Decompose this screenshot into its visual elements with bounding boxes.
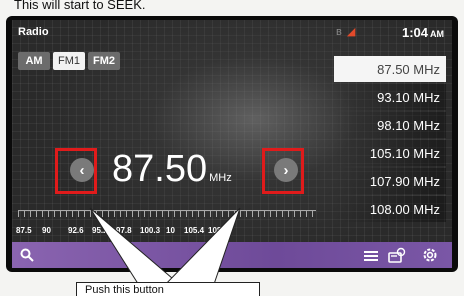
app-title: Radio xyxy=(18,26,49,38)
no-signal-icon: ◢ xyxy=(346,26,356,38)
clock-time: 1:04 xyxy=(401,25,428,40)
scale-label: 105.4 xyxy=(184,226,205,235)
preset-4[interactable]: 105.10 MHz xyxy=(334,140,446,166)
frequency-value: 87.50 xyxy=(112,148,208,190)
tab-am[interactable]: AM xyxy=(18,52,50,70)
preset-list: 87.50 MHz 93.10 MHz 98.10 MHz 105.10 MHz… xyxy=(334,56,446,224)
scale-label: 97.8 xyxy=(116,226,132,235)
scale-label: 10 xyxy=(166,226,175,235)
callout-label: Push this button xyxy=(76,282,260,296)
highlight-seek-down xyxy=(55,148,97,194)
scale-label: 90 xyxy=(42,226,51,235)
bottom-toolbar xyxy=(12,242,452,268)
preset-3[interactable]: 98.10 MHz xyxy=(334,112,446,138)
preset-6[interactable]: 108.00 MHz xyxy=(334,196,446,222)
status-bar: Radio ʙ ◢ 1:04 AM xyxy=(12,20,452,44)
preset-1[interactable]: 87.50 MHz xyxy=(334,56,446,82)
scale-label: 92.6 xyxy=(68,226,84,235)
preset-5[interactable]: 107.90 MHz xyxy=(334,168,446,194)
status-icons: ʙ ◢ xyxy=(336,25,355,38)
band-tabs: AM FM1 FM2 xyxy=(18,52,120,70)
tuning-scale-ticks xyxy=(18,211,316,217)
search-icon[interactable] xyxy=(20,248,34,267)
tab-fm1[interactable]: FM1 xyxy=(53,52,85,70)
clock: 1:04 AM xyxy=(402,25,444,40)
preset-2[interactable]: 93.10 MHz xyxy=(334,84,446,110)
clock-ampm: AM xyxy=(430,29,444,39)
scale-label: 87.5 xyxy=(16,226,32,235)
scale-label: 100.3 xyxy=(140,226,161,235)
scale-label: 95.2 xyxy=(92,226,108,235)
caption-top: This will start to SEEK. xyxy=(14,0,146,12)
frequency-unit: MHz xyxy=(209,172,232,184)
scale-label: 108.0 xyxy=(208,226,229,235)
bluetooth-icon: ʙ xyxy=(336,26,342,38)
audio-source-icon[interactable] xyxy=(388,247,406,268)
list-icon[interactable] xyxy=(364,249,378,267)
highlight-seek-up xyxy=(262,148,304,194)
frequency-display: 87.50 MHz xyxy=(112,148,232,191)
radio-screen: Radio ʙ ◢ 1:04 AM AM FM1 FM2 87.50 MHz 93… xyxy=(12,20,452,268)
tab-fm2[interactable]: FM2 xyxy=(88,52,120,70)
gear-icon[interactable] xyxy=(422,247,438,268)
